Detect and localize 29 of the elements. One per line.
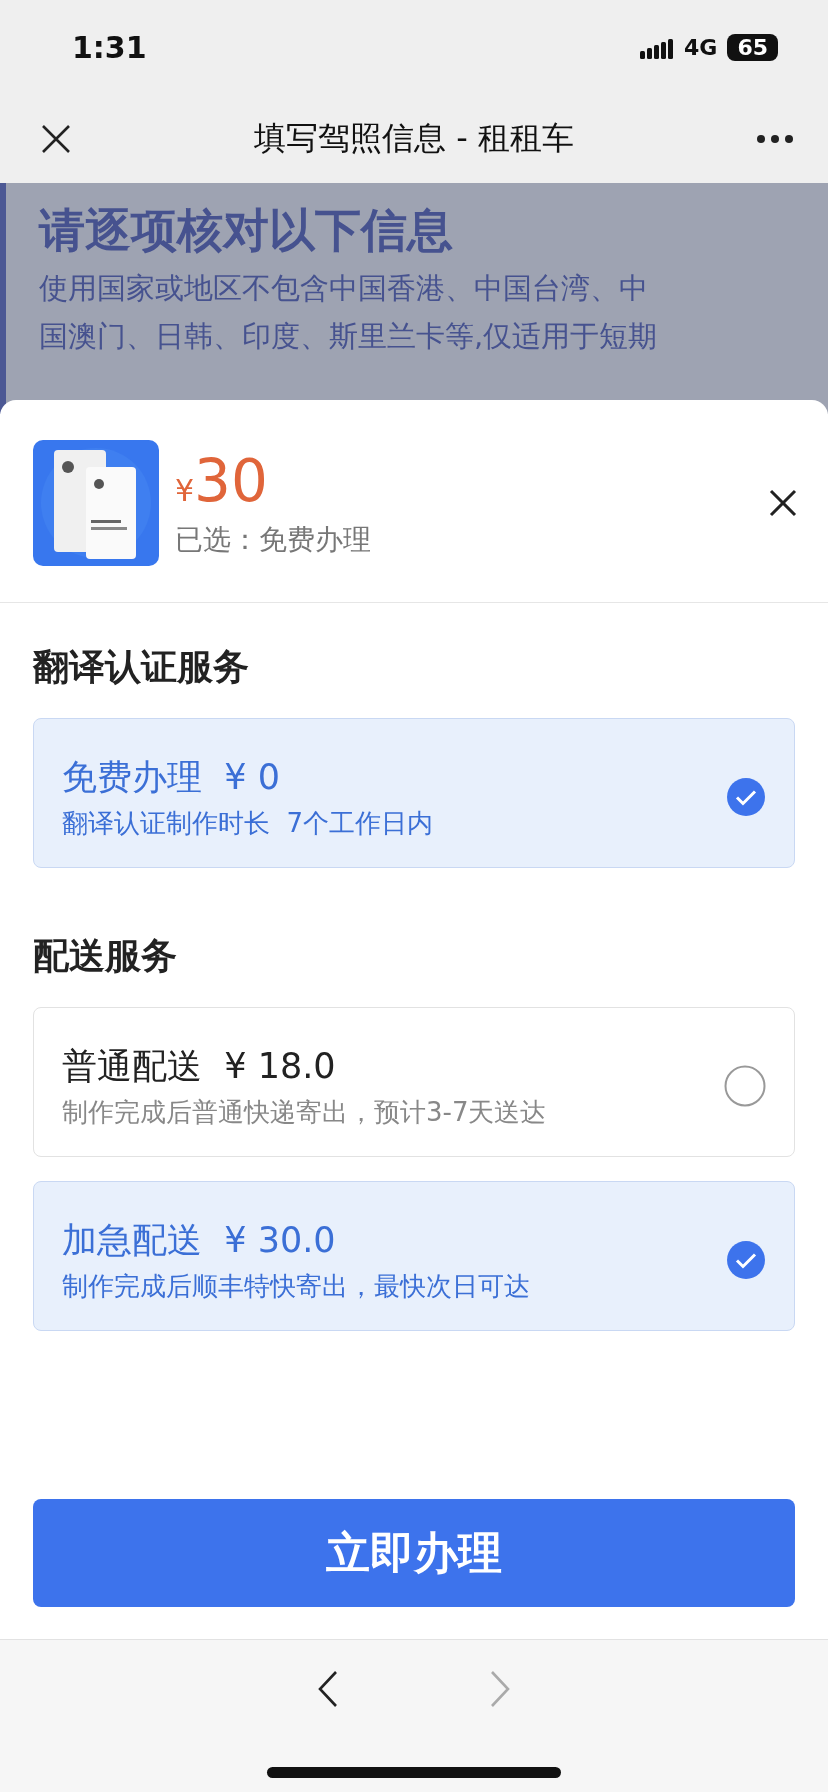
price: ¥30: [175, 447, 269, 515]
background-text: 使用国家或地区不包含中国香港、中国台湾、中: [39, 269, 649, 307]
radio-icon[interactable]: [724, 1065, 766, 1107]
close-icon[interactable]: [768, 488, 798, 518]
option-card[interactable]: 加急配送 ¥ 30.0 制作完成后顺丰特快寄出，最快次日可达: [33, 1181, 795, 1331]
option-title: 加急配送 ¥ 30.0: [62, 1218, 337, 1262]
option-description: 制作完成后普通快递寄出，预计3-7天送达: [62, 1095, 548, 1129]
option-description: 翻译认证制作时长 7个工作日内: [62, 806, 435, 840]
selected-summary: 已选：免费办理: [175, 522, 372, 558]
background-heading: 请逐项核对以下信息: [39, 202, 454, 259]
section-title: 翻译认证服务: [33, 645, 250, 689]
option-title: 普通配送 ¥ 18.0: [62, 1044, 337, 1088]
battery-level: 65: [727, 34, 778, 61]
background-text: 国澳门、日韩、印度、斯里兰卡等,仅适用于短期: [39, 317, 659, 355]
network-label: 4G: [684, 35, 718, 60]
page-title: 填写驾照信息 - 租租车: [254, 118, 574, 159]
option-card[interactable]: 免费办理 ¥ 0 翻译认证制作时长 7个工作日内: [33, 718, 795, 868]
section-title: 配送服务: [33, 934, 178, 978]
option-title: 免费办理 ¥ 0: [62, 755, 281, 799]
option-description: 制作完成后顺丰特快寄出，最快次日可达: [62, 1269, 531, 1303]
back-icon[interactable]: [317, 1670, 339, 1708]
checked-radio-icon[interactable]: [726, 1240, 766, 1280]
status-time: 1:31: [72, 30, 147, 65]
checked-radio-icon[interactable]: [726, 777, 766, 817]
submit-button[interactable]: 立即办理: [33, 1499, 795, 1607]
signal-icon: [640, 36, 674, 59]
close-icon[interactable]: [40, 123, 72, 155]
more-icon[interactable]: [756, 134, 794, 144]
option-card[interactable]: 普通配送 ¥ 18.0 制作完成后普通快递寄出，预计3-7天送达: [33, 1007, 795, 1157]
